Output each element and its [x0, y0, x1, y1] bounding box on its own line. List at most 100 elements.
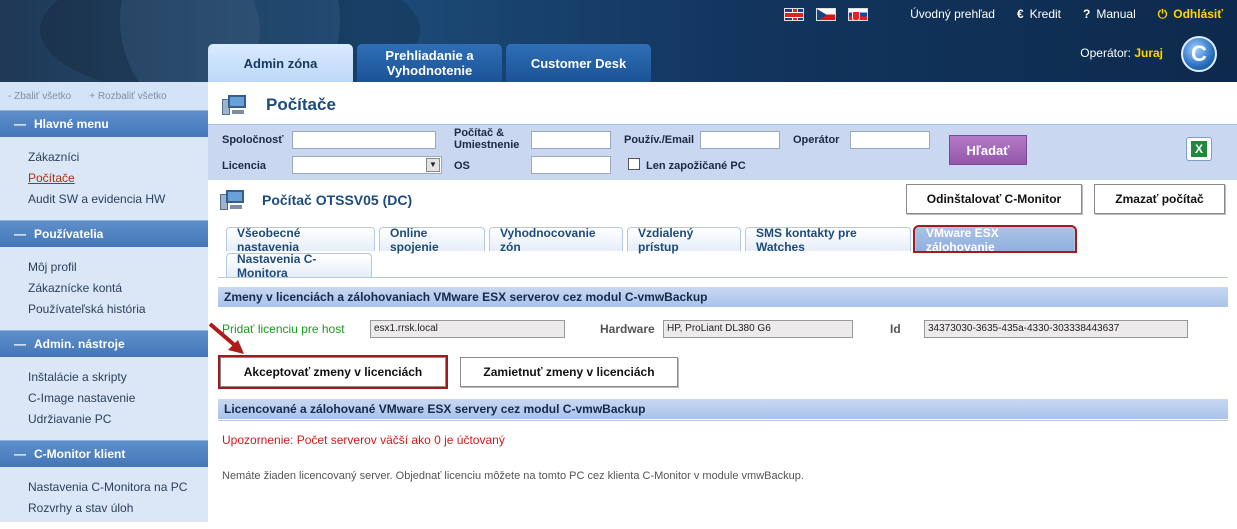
section-title: Hlavné menu: [34, 117, 109, 131]
flag-cz-icon[interactable]: [816, 7, 837, 21]
sidebar-item-computers[interactable]: Počítače: [28, 168, 208, 189]
sidebar-item-c-monitor-settings[interactable]: Nastavenia C-Monitora na PC: [28, 477, 208, 498]
filter-panel: Spoločnosť Počítač & Umiestnenie Použív.…: [208, 124, 1237, 180]
main-content: Počítače Spoločnosť Počítač & Umiestneni…: [208, 82, 1237, 522]
c-monitor-logo: C: [1181, 36, 1217, 72]
license-select[interactable]: ▼: [292, 156, 442, 174]
tab-admin-zone[interactable]: Admin zóna: [208, 44, 353, 82]
borrowed-only-checkbox[interactable]: [628, 158, 640, 170]
tab-vmware-esx-backup[interactable]: VMware ESX zálohovanie: [913, 225, 1077, 254]
section-divider: [218, 420, 1228, 421]
os-label: OS: [454, 160, 470, 172]
sidebar-section-c-monitor-client[interactable]: — C-Monitor klient: [0, 440, 208, 467]
sidebar-toolbar: - Zbaliť všetko + Rozbaliť všetko: [0, 82, 208, 110]
euro-icon: €: [1016, 7, 1024, 21]
home-overview-label: Úvodný prehľad: [910, 7, 995, 21]
expand-all-link[interactable]: + Rozbaliť všetko: [89, 91, 166, 102]
minus-icon: —: [14, 227, 26, 241]
flag-uk-icon[interactable]: [784, 7, 805, 21]
flag-sk-icon[interactable]: [848, 7, 869, 21]
tab-label: VMware ESX zálohovanie: [926, 225, 999, 254]
sidebar-item-audit-sw[interactable]: Audit SW a evidencia HW: [28, 189, 208, 210]
subtabs-row-1: Všeobecné nastavenia Online spojenie Vyh…: [226, 225, 1077, 254]
sidebar-item-pc-maintenance[interactable]: Udržiavanie PC: [28, 409, 208, 430]
host-field: esx1.rrsk.local: [370, 320, 565, 338]
tab-zone-evaluation[interactable]: Vyhodnocovanie zón: [489, 226, 623, 254]
home-overview-link[interactable]: Úvodný prehľad: [910, 7, 995, 21]
operator-filter-label: Operátor: [793, 134, 840, 146]
sidebar-item-user-history[interactable]: Používateľská história: [28, 299, 208, 320]
help-icon: ?: [1083, 7, 1091, 21]
accept-license-changes-button[interactable]: Akceptovať zmeny v licenciách: [218, 355, 448, 389]
tab-label: SMS kontakty pre Watches: [756, 225, 857, 254]
sidebar-section-users[interactable]: — Používatelia: [0, 220, 208, 247]
license-label: Licencia: [222, 160, 267, 172]
tab-label: Nastavenia C-Monitora: [237, 251, 317, 280]
sidebar-item-c-image[interactable]: C-Image nastavenie: [28, 388, 208, 409]
company-input[interactable]: [292, 131, 436, 149]
reject-license-changes-button[interactable]: Zamietnuť zmeny v licenciách: [460, 357, 678, 387]
tab-c-monitor-settings[interactable]: Nastavenia C-Monitora: [226, 251, 372, 280]
no-license-note: Nemáte žiaden licencovaný server. Objedn…: [222, 470, 804, 482]
uninstall-c-monitor-button[interactable]: Odinštalovať C-Monitor: [906, 184, 1082, 214]
computer-icon: [220, 188, 246, 212]
manual-label: Manual: [1096, 7, 1136, 21]
computer-header: Počítač OTSSV05 (DC): [208, 186, 1237, 214]
sidebar-item-customers[interactable]: Zákazníci: [28, 147, 208, 168]
credit-link[interactable]: € Kredit: [1017, 7, 1061, 21]
credit-label: Kredit: [1029, 7, 1062, 21]
tab-general-settings[interactable]: Všeobecné nastavenia: [226, 226, 375, 254]
borrowed-only-label: Len zapožičané PC: [646, 160, 746, 172]
page-title: Počítače: [266, 95, 336, 114]
sidebar-item-my-profile[interactable]: Môj profil: [28, 257, 208, 278]
sidebar-item-customer-accounts[interactable]: Zákaznícke kontá: [28, 278, 208, 299]
tab-customer-desk[interactable]: Customer Desk: [506, 44, 651, 82]
sidebar-item-installations[interactable]: Inštalácie a skripty: [28, 367, 208, 388]
section-title: Licencované a zálohované VMware ESX serv…: [224, 402, 646, 416]
excel-export-icon[interactable]: X: [1186, 137, 1212, 161]
logout-link[interactable]: ⏻ Odhlásiť: [1158, 7, 1223, 22]
operator-label: Operátor:: [1080, 46, 1131, 60]
users-list: Môj profil Zákaznícke kontá Používateľsk…: [0, 247, 208, 330]
id-field: 34373030-3635-435a-4330-303338443637: [924, 320, 1188, 338]
power-icon: ⏻: [1157, 6, 1168, 21]
operator-input[interactable]: [850, 131, 930, 149]
manual-link[interactable]: ? Manual: [1083, 7, 1136, 21]
top-navigation: Úvodný prehľad € Kredit ? Manual ⏻ Odhlá…: [784, 6, 1223, 22]
main-tabs: Admin zóna Prehliadanie a Vyhodnotenie C…: [208, 44, 651, 82]
computer-label-line1: Počítač &: [454, 127, 505, 139]
delete-computer-button[interactable]: Zmazať počítač: [1094, 184, 1225, 214]
sidebar-section-main-menu[interactable]: — Hlavné menu: [0, 110, 208, 137]
collapse-all-link[interactable]: - Zbaliť všetko: [8, 91, 71, 102]
sidebar-item-schedules[interactable]: Rozvrhy a stav úloh: [28, 498, 208, 519]
search-button[interactable]: Hľadať: [949, 135, 1027, 165]
sidebar: - Zbaliť všetko + Rozbaliť všetko — Hlav…: [0, 82, 208, 522]
minus-icon: —: [14, 117, 26, 131]
computer-location-label: Počítač & Umiestnenie: [454, 127, 519, 151]
computer-icon: [222, 93, 248, 117]
tab-customer-desk-label: Customer Desk: [530, 55, 627, 71]
tab-sms-contacts[interactable]: SMS kontakty pre Watches: [745, 225, 911, 254]
computer-input[interactable]: [531, 131, 611, 149]
reject-button-label: Zamietnuť zmeny v licenciách: [483, 365, 655, 379]
os-input[interactable]: [531, 156, 611, 174]
main-menu-list: Zákazníci Počítače Audit SW a evidencia …: [0, 137, 208, 220]
company-label: Spoločnosť: [222, 134, 284, 146]
tab-browse-line2: Vyhodnotenie: [386, 63, 473, 78]
tab-admin-zone-label: Admin zóna: [243, 55, 318, 71]
accept-button-label: Akceptovať zmeny v licenciách: [243, 365, 423, 379]
hardware-field: HP, ProLiant DL380 G6: [663, 320, 853, 338]
tab-browse-evaluation[interactable]: Prehliadanie a Vyhodnotenie: [357, 44, 502, 82]
user-email-input[interactable]: [700, 131, 780, 149]
tab-remote-access[interactable]: Vzdialený prístup: [627, 226, 741, 254]
tab-online-connection[interactable]: Online spojenie: [379, 226, 485, 254]
minus-icon: —: [14, 337, 26, 351]
subtabs-row-2: Nastavenia C-Monitora: [226, 251, 372, 280]
sidebar-section-admin-tools[interactable]: — Admin. nástroje: [0, 330, 208, 357]
section-title: C-Monitor klient: [34, 447, 126, 461]
section-title: Admin. nástroje: [34, 337, 125, 351]
uninstall-button-label: Odinštalovať C-Monitor: [926, 192, 1062, 206]
c-monitor-client-list: Nastavenia C-Monitora na PC Rozvrhy a st…: [0, 467, 208, 529]
search-button-label: Hľadať: [966, 142, 1010, 158]
computer-title: Počítač OTSSV05 (DC): [262, 192, 413, 208]
